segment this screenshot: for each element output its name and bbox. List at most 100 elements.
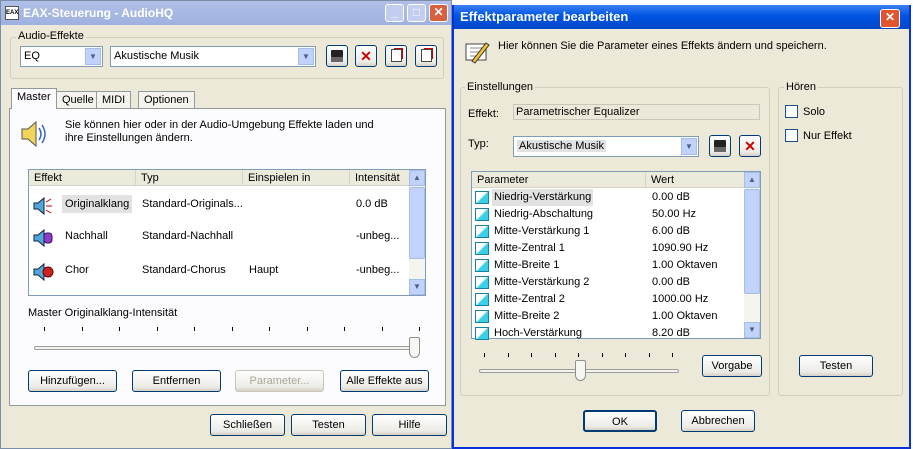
info-text: Sie können hier oder in der Audio-Umgebu… bbox=[65, 119, 374, 144]
import-preset-button[interactable] bbox=[385, 45, 407, 67]
effect-only-label: Nur Effekt bbox=[803, 130, 852, 142]
slider-tick bbox=[381, 327, 383, 331]
parameter-value: 6.00 dB bbox=[652, 225, 690, 237]
solo-label: Solo bbox=[803, 106, 826, 118]
slider-tick bbox=[81, 327, 83, 331]
effect-name: Originalklang bbox=[62, 195, 133, 213]
effect-type: Standard-Nachhall bbox=[142, 230, 234, 242]
parameter-name: Mitte-Breite 1 bbox=[494, 259, 560, 271]
ok-button[interactable]: OK bbox=[583, 410, 657, 432]
help-button[interactable]: Hilfe bbox=[372, 414, 447, 436]
scroll-thumb[interactable] bbox=[409, 187, 425, 259]
test-effect-button[interactable]: Testen bbox=[799, 355, 873, 377]
slider-tick bbox=[507, 353, 509, 357]
remove-effect-button[interactable]: Entfernen bbox=[132, 370, 221, 392]
export-preset-button[interactable] bbox=[415, 45, 437, 67]
category-select[interactable]: EQ ▼ bbox=[20, 46, 103, 67]
parameter-value-slider[interactable] bbox=[479, 351, 679, 385]
minimize-button[interactable]: _ bbox=[385, 4, 404, 22]
parameter-icon bbox=[475, 310, 489, 323]
table-row[interactable]: Nachhall Standard-Nachhall -unbeg... bbox=[29, 222, 410, 256]
parameters-button[interactable]: Parameter... bbox=[235, 370, 324, 392]
scroll-down-arrow-icon[interactable]: ▼ bbox=[409, 279, 425, 295]
parameter-row[interactable]: Niedrig-Abschaltung 50.00 Hz bbox=[473, 206, 745, 223]
parameter-icon bbox=[475, 276, 489, 289]
save-icon bbox=[714, 140, 726, 152]
app-icon: EAX bbox=[5, 6, 19, 20]
parameter-name: Mitte-Verstärkung 1 bbox=[494, 225, 590, 237]
maximize-button[interactable]: □ bbox=[407, 4, 426, 22]
parameter-row[interactable]: Mitte-Zentral 1 1090.90 Hz bbox=[473, 240, 745, 257]
slider-tick bbox=[648, 353, 650, 357]
parameter-list[interactable]: Parameter Wert Niedrig-Verstärkung 0.00 d… bbox=[471, 171, 761, 342]
tab-midi[interactable]: MIDI bbox=[96, 91, 132, 109]
slider-tick bbox=[306, 327, 308, 331]
slider-tick bbox=[578, 353, 579, 357]
slider-tick bbox=[554, 353, 556, 357]
parameter-row[interactable]: Hoch-Verstärkung 8.20 dB bbox=[473, 325, 745, 342]
parameter-row[interactable]: Mitte-Verstärkung 1 6.00 dB bbox=[473, 223, 745, 240]
solo-checkbox[interactable] bbox=[785, 105, 798, 118]
tab-optionen[interactable]: Optionen bbox=[138, 91, 195, 109]
effects-list[interactable]: Effekt Typ Einspielen in Intensität Orig… bbox=[28, 169, 426, 296]
all-effects-off-button[interactable]: Alle Effekte aus bbox=[340, 370, 429, 392]
document-import-icon bbox=[390, 49, 402, 62]
dialog-info-text: Hier können Sie die Parameter eines Effe… bbox=[498, 40, 827, 52]
add-effect-button[interactable]: Hinzufügen... bbox=[28, 370, 117, 392]
parameter-row[interactable]: Mitte-Breite 1 1.00 Oktaven bbox=[473, 257, 745, 274]
chevron-down-icon: ▼ bbox=[298, 48, 314, 65]
parameter-row[interactable]: Mitte-Verstärkung 2 0.00 dB bbox=[473, 274, 745, 291]
parameter-row[interactable]: Niedrig-Verstärkung 0.00 dB bbox=[473, 189, 745, 206]
dialog-close-button[interactable]: ✕ bbox=[880, 9, 900, 28]
close-button[interactable]: ✕ bbox=[429, 4, 448, 22]
audio-effects-label: Audio-Effekte bbox=[16, 30, 86, 42]
table-row[interactable]: Originalklang Standard-Originals... 0.0 … bbox=[29, 190, 410, 222]
type-select[interactable]: Akustische Musik ▼ bbox=[513, 136, 699, 157]
parameter-row[interactable]: Mitte-Breite 2 1.00 Oktaven bbox=[473, 308, 745, 325]
scroll-thumb[interactable] bbox=[744, 189, 760, 294]
slider-tick bbox=[625, 353, 626, 357]
save-type-button[interactable] bbox=[709, 135, 731, 157]
delete-type-button[interactable]: ✕ bbox=[739, 135, 761, 157]
column-header-type[interactable]: Typ bbox=[136, 170, 243, 186]
scroll-up-arrow-icon[interactable]: ▲ bbox=[744, 172, 760, 188]
tab-quelle[interactable]: Quelle bbox=[56, 91, 100, 109]
column-header-value[interactable]: Wert bbox=[646, 172, 745, 188]
master-intensity-slider[interactable] bbox=[34, 327, 420, 359]
dialog-title-bar[interactable]: Effektparameter bearbeiten bbox=[454, 5, 909, 29]
parameter-name: Niedrig-Abschaltung bbox=[494, 208, 594, 220]
slider-thumb[interactable] bbox=[409, 337, 420, 358]
effect-name: Nachhall bbox=[65, 230, 108, 242]
effect-intensity: 0.0 dB bbox=[356, 198, 388, 210]
slider-tick bbox=[419, 327, 420, 331]
scroll-down-arrow-icon[interactable]: ▼ bbox=[744, 322, 760, 338]
column-header-intensity[interactable]: Intensität bbox=[350, 170, 410, 186]
slider-thumb[interactable] bbox=[575, 360, 586, 381]
parameter-icon bbox=[475, 293, 489, 306]
chevron-down-icon: ▼ bbox=[681, 138, 697, 155]
cancel-button[interactable]: Abbrechen bbox=[681, 410, 755, 432]
column-header-route[interactable]: Einspielen in bbox=[243, 170, 350, 186]
parameter-icon bbox=[475, 225, 489, 238]
table-row[interactable]: Chor Standard-Chorus Haupt -unbeg... bbox=[29, 256, 410, 290]
slider-tick bbox=[344, 327, 345, 331]
slider-tick bbox=[156, 327, 158, 331]
column-header-parameter[interactable]: Parameter bbox=[472, 172, 646, 188]
close-dialog-button[interactable]: Schließen bbox=[210, 414, 285, 436]
delete-preset-button[interactable]: ✕ bbox=[355, 45, 377, 67]
column-header-effect[interactable]: Effekt bbox=[29, 170, 136, 186]
parameter-row[interactable]: Mitte-Zentral 2 1000.00 Hz bbox=[473, 291, 745, 308]
effects-list-scrollbar[interactable]: ▲ ▼ bbox=[409, 170, 425, 295]
save-preset-button[interactable] bbox=[326, 45, 348, 67]
test-button[interactable]: Testen bbox=[291, 414, 366, 436]
tab-master[interactable]: Master bbox=[11, 88, 57, 109]
scroll-up-arrow-icon[interactable]: ▲ bbox=[409, 170, 425, 186]
effect-only-checkbox[interactable] bbox=[785, 129, 798, 142]
default-button[interactable]: Vorgabe bbox=[702, 355, 762, 377]
save-icon bbox=[331, 50, 343, 62]
parameter-list-scrollbar[interactable]: ▲ ▼ bbox=[744, 172, 760, 338]
title-bar[interactable]: EAX EAX-Steuerung - AudioHQ bbox=[1, 1, 451, 25]
preset-select[interactable]: Akustische Musik ▼ bbox=[110, 46, 316, 67]
slider-track bbox=[34, 346, 420, 350]
slider-tick bbox=[484, 353, 485, 357]
